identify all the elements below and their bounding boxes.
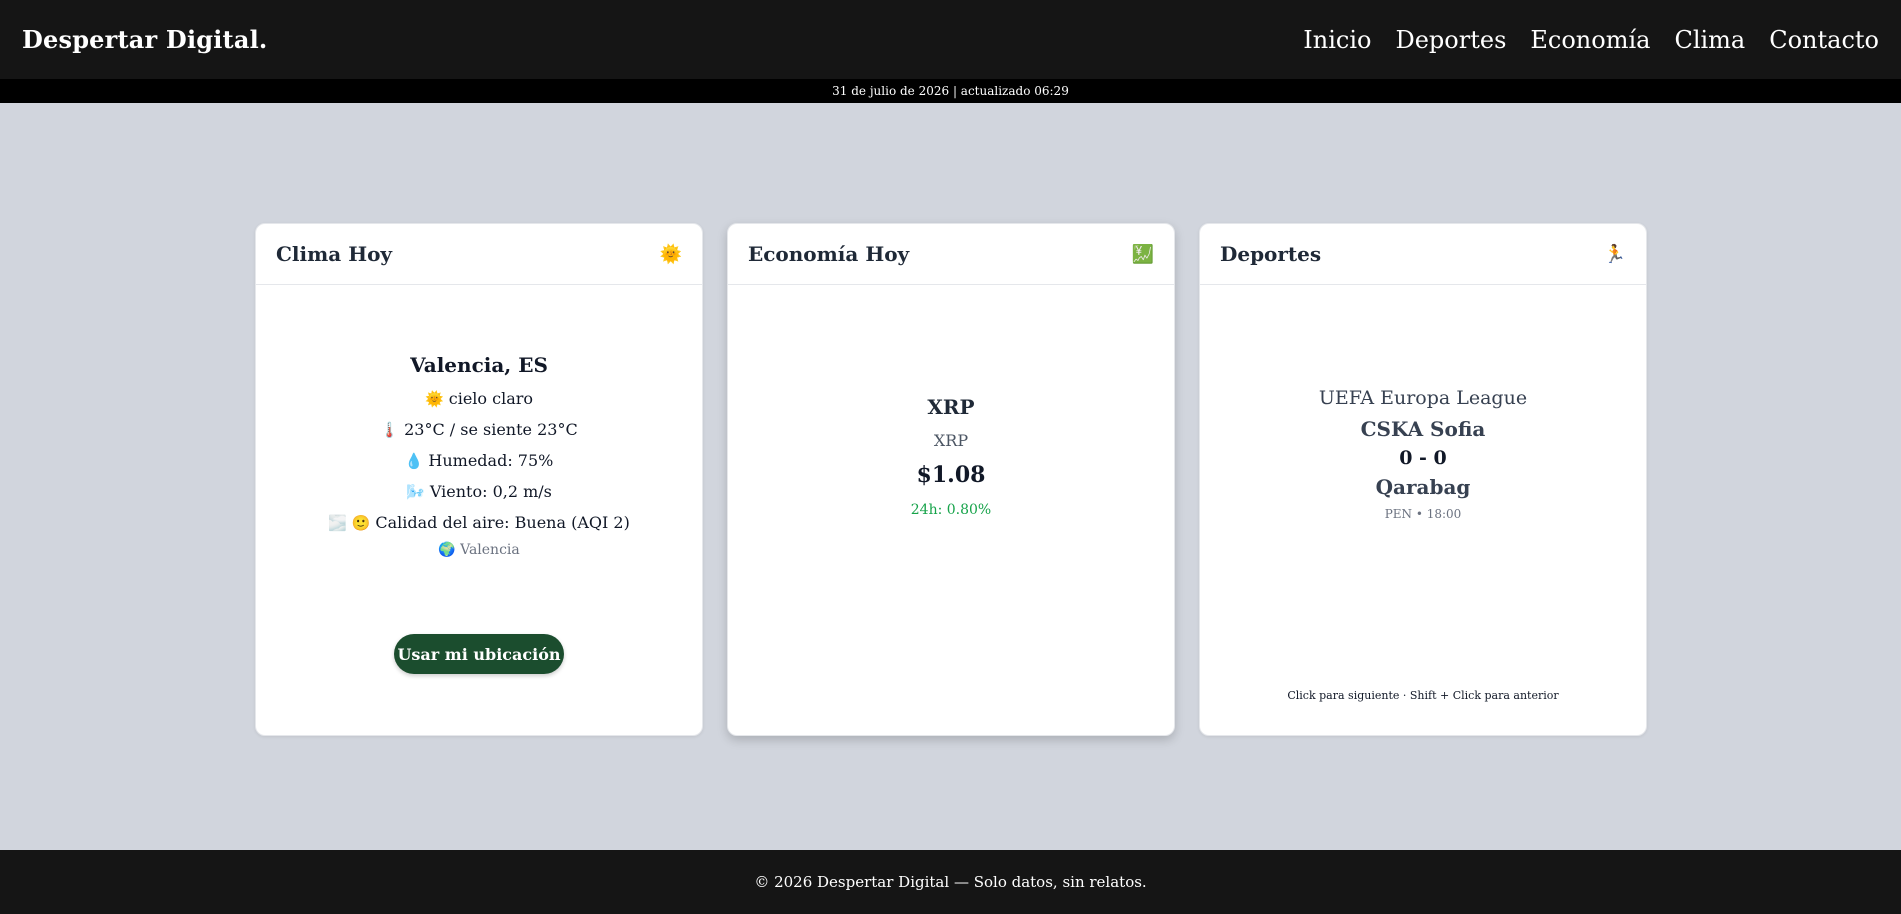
main-nav: Inicio Deportes Economía Clima Contacto [1303,26,1879,54]
match-status: PEN • 18:00 [1384,507,1462,521]
weather-humidity: 💧 Humedad: 75% [405,451,554,470]
brand-logo[interactable]: Despertar Digital. [22,25,267,54]
droplet-icon: 💧 [404,452,424,470]
weather-condition: 🌞 cielo claro [425,389,533,408]
economy-card-body: XRP XRP $1.08 24h: 0.80% [728,285,1174,735]
weather-air-quality-text: Calidad del aire: Buena (AQI 2) [375,513,630,532]
economy-card-header: Economía Hoy 💹 [728,224,1174,285]
weather-card: Clima Hoy 🌞 Valencia, ES 🌞 cielo claro 🌡… [255,223,703,736]
crypto-change-24h: 24h: 0.80% [910,502,992,518]
match-score: 0 - 0 [1399,447,1447,469]
weather-condition-text: cielo claro [448,389,534,408]
top-navbar: Despertar Digital. Inicio Deportes Econo… [0,0,1901,79]
weather-wind: 🌬️ Viento: 0,2 m/s [406,482,552,501]
crypto-name: XRP [933,431,969,450]
date-bar: 31 de julio de 2026 | actualizado 06:29 [0,79,1901,103]
nav-deportes[interactable]: Deportes [1395,26,1506,54]
weather-card-title: Clima Hoy [276,242,393,266]
weather-air-quality: 🌫️ 🙂 Calidad del aire: Buena (AQI 2) [328,513,630,532]
weather-humidity-text: Humedad: 75% [428,451,554,470]
nav-clima[interactable]: Clima [1674,26,1745,54]
weather-wind-text: Viento: 0,2 m/s [429,482,552,501]
dashboard-cards: Clima Hoy 🌞 Valencia, ES 🌞 cielo claro 🌡… [255,223,1647,736]
page-footer: © 2026 Despertar Digital — Solo datos, s… [0,850,1901,914]
nav-contacto[interactable]: Contacto [1769,26,1879,54]
sun-icon: 🌞 [424,390,444,408]
match-home-team: CSKA Sofia [1360,417,1486,441]
weather-temperature-text: 23°C / se siente 23°C [404,420,578,439]
sports-card-title: Deportes [1220,242,1322,266]
sports-card-header: Deportes 🏃 [1200,224,1646,285]
match-league: UEFA Europa League [1318,387,1528,409]
weather-city: Valencia, ES [410,353,548,377]
nav-economia[interactable]: Economía [1530,26,1650,54]
weather-card-body: Valencia, ES 🌞 cielo claro 🌡️ 23°C / se … [256,285,702,735]
economy-card-title: Economía Hoy [748,242,910,266]
use-my-location-button[interactable]: Usar mi ubicación [394,634,564,674]
crypto-symbol: XRP [927,395,975,419]
economy-card[interactable]: Economía Hoy 💹 XRP XRP $1.08 24h: 0.80% [727,223,1175,736]
sun-icon: 🌞 [659,243,682,265]
sports-navigation-hint: Click para siguiente · Shift + Click par… [1287,689,1559,702]
runner-icon: 🏃 [1603,243,1626,265]
weather-location-text: Valencia [460,542,520,558]
weather-card-header: Clima Hoy 🌞 [256,224,702,285]
weather-temperature: 🌡️ 23°C / se siente 23°C [380,420,577,439]
weather-location: 🌍 Valencia [438,542,520,558]
sports-card-body: UEFA Europa League CSKA Sofia 0 - 0 Qara… [1200,285,1646,735]
chart-up-icon: 💹 [1131,243,1154,265]
globe-icon: 🌍 [438,542,456,558]
match-away-team: Qarabag [1375,475,1471,499]
wind-icon: 🌬️ [406,483,425,501]
air-quality-icon: 🌫️ 🙂 [328,514,371,532]
thermometer-icon: 🌡️ [380,421,399,439]
sports-card[interactable]: Deportes 🏃 UEFA Europa League CSKA Sofia… [1199,223,1647,736]
nav-inicio[interactable]: Inicio [1303,26,1371,54]
crypto-price: $1.08 [916,462,986,488]
